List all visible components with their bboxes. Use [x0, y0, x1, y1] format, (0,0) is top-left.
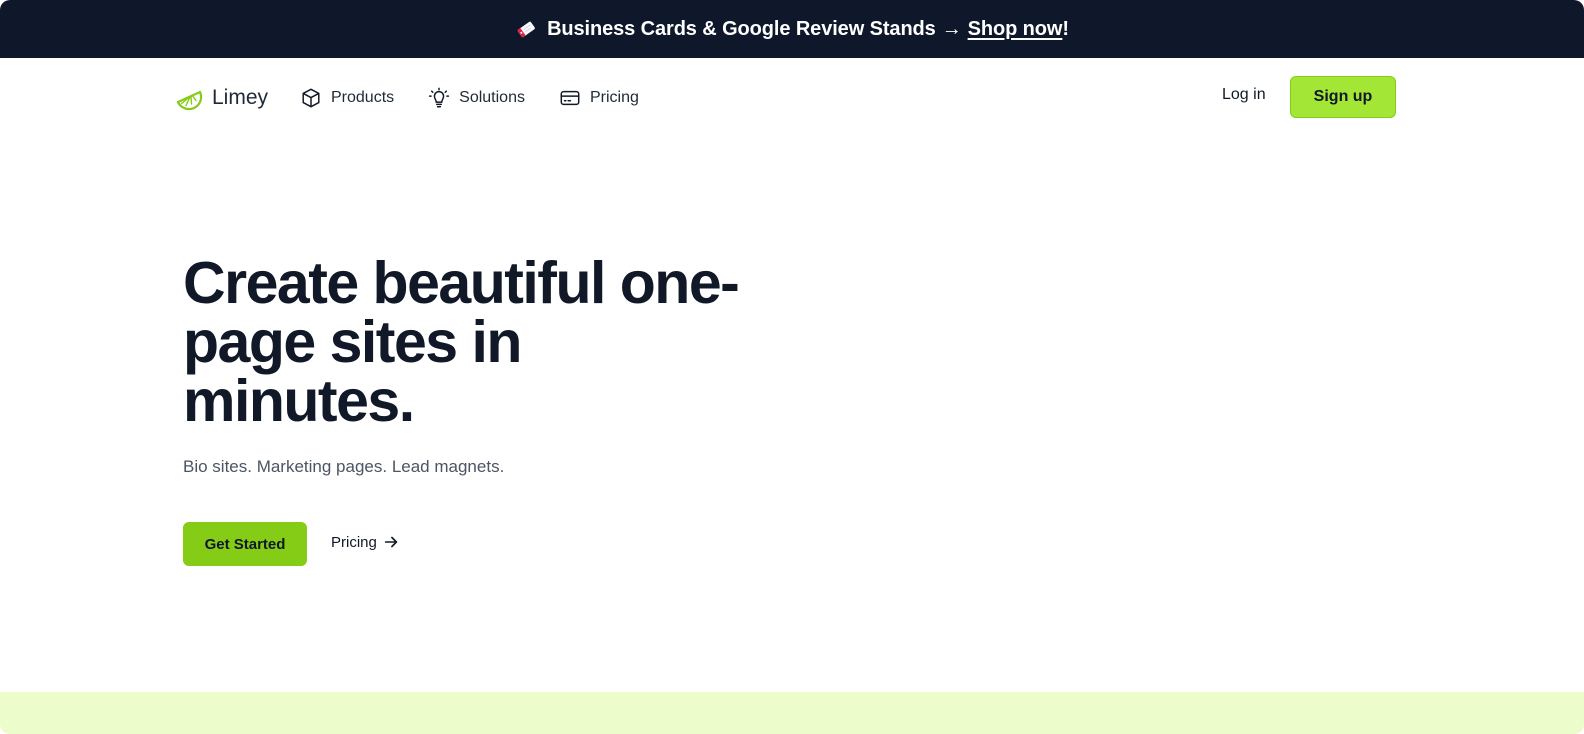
nav-links: Products Solutions Pricing [300, 84, 673, 112]
announcement-arrow: → [941, 17, 962, 40]
nav-item-pricing[interactable]: Pricing [559, 87, 639, 109]
page: Business Cards & Google Review Stands → … [0, 0, 1584, 734]
get-started-button[interactable]: Get Started [183, 522, 307, 566]
nav-item-solutions[interactable]: Solutions [428, 87, 525, 109]
announcement-bar: Business Cards & Google Review Stands → … [0, 0, 1584, 58]
hero-title-line: page sites in [183, 309, 522, 375]
pricing-link-label: Pricing [331, 533, 377, 551]
announcement-text: Business Cards & Google Review Stands [547, 17, 936, 40]
nav-item-label: Pricing [589, 89, 639, 106]
hero-title: Create beautiful one- page sites in minu… [183, 254, 803, 431]
hero-title-line: Create beautiful one- [183, 250, 740, 316]
header-nav: Limey Products Solutions Pricing Log in … [0, 58, 1584, 138]
hero-subtitle: Bio sites. Marketing pages. Lead magnets… [183, 457, 505, 476]
login-link[interactable]: Log in [1222, 86, 1266, 104]
lime-slice-icon [176, 90, 203, 110]
nav-item-label: Products [331, 89, 395, 106]
logo-text: Limey [212, 86, 269, 109]
shop-now-link[interactable]: Shop now [968, 18, 1063, 41]
arrow-right-icon [384, 536, 398, 548]
lightbulb-icon [429, 87, 450, 108]
hero-title-line: minutes. [183, 368, 415, 434]
price-tag-icon [515, 18, 537, 40]
logo[interactable]: Limey [176, 84, 268, 112]
box-icon [302, 88, 320, 108]
credit-card-icon [560, 90, 580, 106]
pricing-link[interactable]: Pricing [331, 533, 400, 551]
signup-button[interactable]: Sign up [1290, 76, 1396, 118]
nav-item-products[interactable]: Products [300, 87, 394, 109]
bottom-section-band [0, 692, 1584, 734]
nav-item-label: Solutions [459, 89, 525, 106]
announcement-suffix: ! [1062, 17, 1069, 40]
